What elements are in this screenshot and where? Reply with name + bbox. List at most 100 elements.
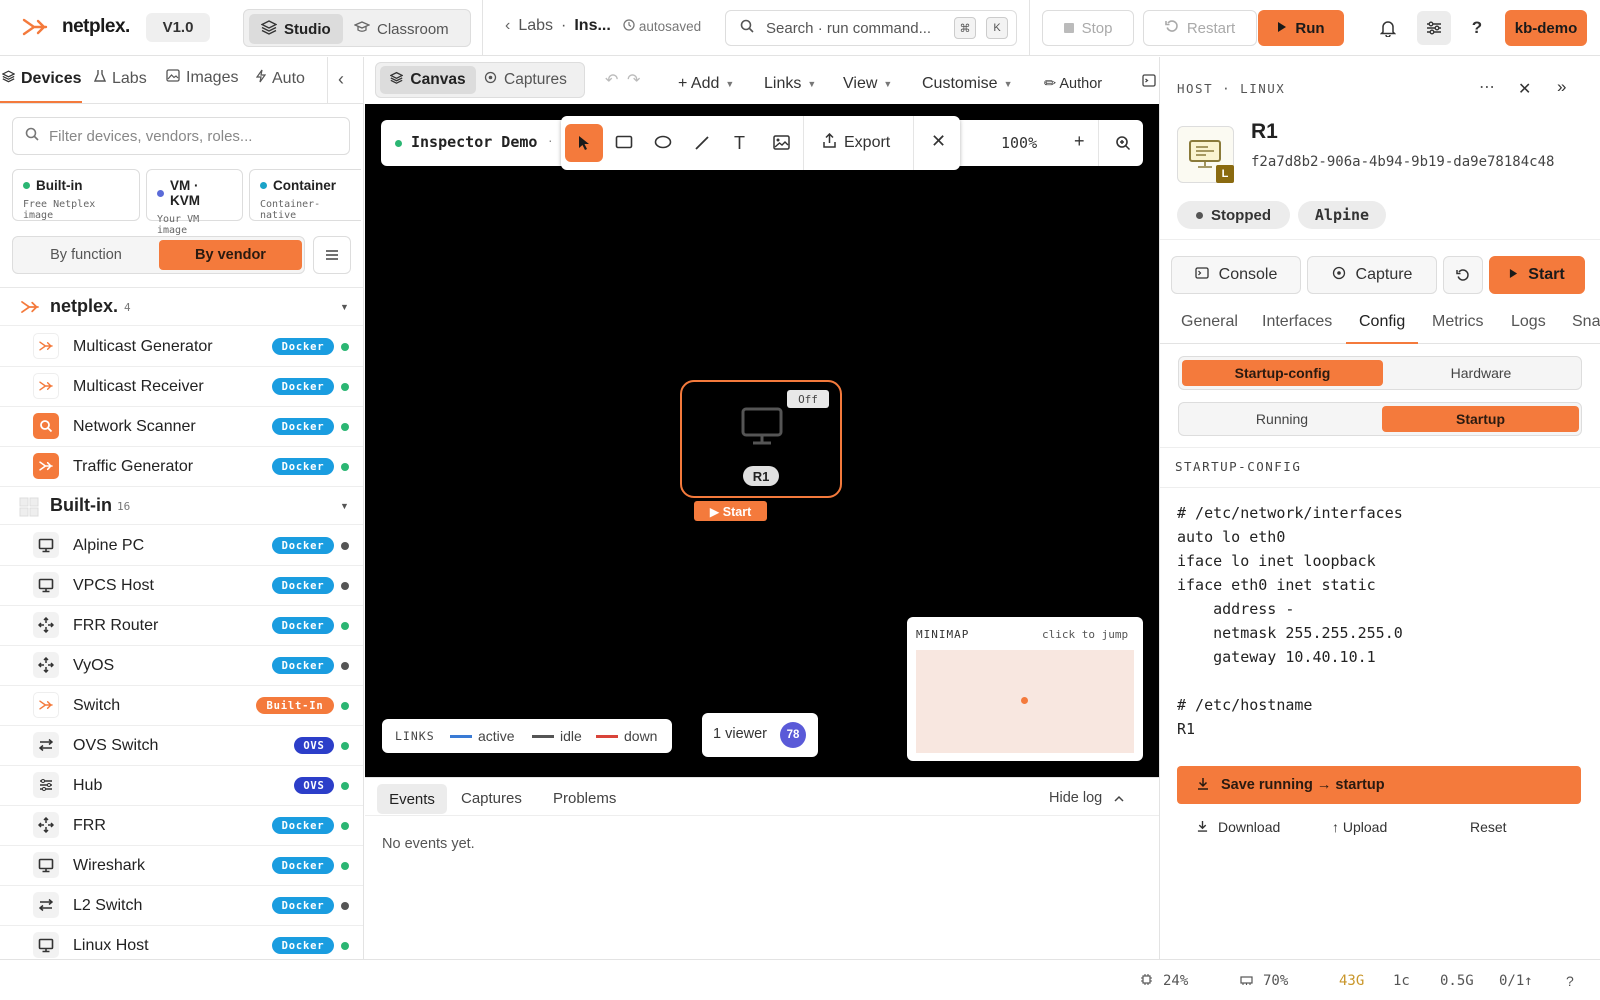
node-r1[interactable]: Off R1 <box>680 380 842 498</box>
startup-config-option[interactable]: Startup-config <box>1182 360 1383 386</box>
card-title: Built-in <box>36 178 83 193</box>
hide-log-button[interactable]: Hide log <box>1049 790 1124 806</box>
tab-logs[interactable]: Logs <box>1511 313 1546 331</box>
running-option[interactable]: Running <box>1182 406 1382 432</box>
undo-icon[interactable]: ↶ <box>605 70 618 90</box>
topology-canvas[interactable]: Inspector Demo · 100% + T Export ✕ Off R… <box>365 104 1159 777</box>
command-search[interactable]: Search · run command... ⌘ K <box>725 10 1017 46</box>
device-list-item[interactable]: Switch Built-In <box>0 686 363 726</box>
settings-sliders-icon[interactable] <box>1417 11 1451 45</box>
hardware-option[interactable]: Hardware <box>1383 360 1579 386</box>
log-tab-events[interactable]: Events <box>377 784 447 814</box>
view-menu[interactable]: View ▼ <box>843 65 892 103</box>
device-list-item[interactable]: VyOS Docker <box>0 646 363 686</box>
notifications-bell-icon[interactable] <box>1373 13 1403 43</box>
source-card-container[interactable]: Container Container-native <box>249 169 361 221</box>
list-view-icon[interactable] <box>313 236 351 274</box>
chevron-left-icon[interactable]: ‹ <box>505 17 510 35</box>
collapse-sidebar-icon[interactable]: ‹ <box>338 69 344 90</box>
log-tab-captures[interactable]: Captures <box>461 790 522 807</box>
source-card-builtin[interactable]: Built-in Free Netplex image <box>12 169 140 221</box>
add-menu[interactable]: + Add ▼ <box>678 65 734 103</box>
download-config-button[interactable]: Download <box>1197 819 1280 835</box>
zoom-fit-icon[interactable] <box>1115 135 1131 154</box>
device-filter-input[interactable]: Filter devices, vendors, roles... <box>12 117 350 155</box>
run-button[interactable]: Run <box>1258 10 1344 46</box>
minimap[interactable]: MINIMAP click to jump <box>907 617 1143 761</box>
device-list-item[interactable]: Hub OVS <box>0 766 363 806</box>
status-help-icon[interactable]: ? <box>1566 973 1574 989</box>
source-card-vm[interactable]: VM · KVM Your VM image <box>146 169 243 236</box>
tab-general[interactable]: General <box>1181 313 1238 331</box>
tab-snapshots[interactable]: Snap <box>1572 313 1600 331</box>
start-button[interactable]: Start <box>1489 256 1585 294</box>
minimap-viewport[interactable] <box>916 650 1134 753</box>
zoom-in-icon[interactable]: + <box>1074 131 1085 152</box>
image-tool-icon[interactable] <box>773 135 790 153</box>
device-list-item[interactable]: OVS Switch OVS <box>0 726 363 766</box>
download-label: Download <box>1218 819 1281 835</box>
console-button[interactable]: Console <box>1171 256 1301 294</box>
by-function-button[interactable]: By function <box>16 240 156 270</box>
collapse-panel-icon[interactable]: » <box>1557 77 1566 97</box>
help-icon[interactable]: ? <box>1462 13 1492 43</box>
sidepanel-icon[interactable] <box>1142 74 1156 90</box>
viewer-avatar[interactable]: 78 <box>780 722 806 748</box>
customise-menu[interactable]: Customise ▼ <box>922 65 1013 103</box>
node-start-button[interactable]: ▶ Start <box>694 501 767 521</box>
ellipse-tool-icon[interactable] <box>654 135 672 152</box>
links-menu[interactable]: Links ▼ <box>764 65 816 103</box>
device-group-header[interactable]: Built-in 16 ▼ <box>0 487 363 525</box>
tab-metrics[interactable]: Metrics <box>1432 313 1484 331</box>
device-list-item[interactable]: Multicast Generator Docker <box>0 327 363 367</box>
tab-captures[interactable]: Captures <box>484 66 567 94</box>
device-group-header[interactable]: netplex. 4 ▼ <box>0 288 363 326</box>
tab-interfaces[interactable]: Interfaces <box>1262 313 1332 331</box>
device-list-item[interactable]: Multicast Receiver Docker <box>0 367 363 407</box>
user-menu-button[interactable]: kb-demo <box>1505 10 1587 46</box>
text-tool-icon[interactable]: T <box>734 133 745 154</box>
select-pointer-icon[interactable] <box>565 124 603 162</box>
tab-images[interactable]: Images <box>166 69 238 87</box>
stop-button[interactable]: Stop <box>1042 10 1134 46</box>
more-options-icon[interactable]: ⋯ <box>1479 77 1495 97</box>
tab-auto[interactable]: Auto <box>255 69 305 88</box>
redo-icon[interactable]: ↷ <box>627 70 640 90</box>
inspector-node-name[interactable]: R1 <box>1251 120 1278 144</box>
rectangle-tool-icon[interactable] <box>615 135 633 152</box>
startup-option[interactable]: Startup <box>1382 406 1579 432</box>
log-tab-problems[interactable]: Problems <box>553 790 616 807</box>
chevron-down-icon: ▼ <box>883 79 893 89</box>
device-list-item[interactable]: Alpine PC Docker <box>0 526 363 566</box>
tab-canvas[interactable]: Canvas <box>380 66 476 94</box>
tab-config[interactable]: Config <box>1359 313 1405 331</box>
by-vendor-button[interactable]: By vendor <box>159 240 302 270</box>
device-list-item[interactable]: VPCS Host Docker <box>0 566 363 606</box>
tab-devices[interactable]: Devices <box>1 69 82 88</box>
close-icon[interactable]: ✕ <box>1518 79 1531 99</box>
save-running-to-startup-button[interactable]: Save running → startup <box>1177 766 1581 804</box>
mode-classroom-button[interactable]: Classroom <box>342 14 461 44</box>
breadcrumb-labs[interactable]: Labs <box>518 17 553 35</box>
restart-button[interactable]: Restart <box>1143 10 1257 46</box>
tab-labs[interactable]: Labs <box>93 69 147 88</box>
cpu-icon <box>1140 973 1153 989</box>
restart-icon[interactable] <box>1443 256 1483 294</box>
export-button[interactable]: Export <box>823 132 890 153</box>
device-list-item[interactable]: Network Scanner Docker <box>0 407 363 447</box>
close-icon[interactable]: ✕ <box>931 131 946 152</box>
device-list-item[interactable]: FRR Docker <box>0 806 363 846</box>
capture-button[interactable]: Capture <box>1307 256 1437 294</box>
author-button[interactable]: ✏ Author <box>1044 65 1102 103</box>
device-list-item[interactable]: Wireshark Docker <box>0 846 363 886</box>
device-list-item[interactable]: L2 Switch Docker <box>0 886 363 926</box>
device-list-item[interactable]: Linux Host Docker <box>0 926 363 959</box>
device-list-item[interactable]: Traffic Generator Docker <box>0 447 363 487</box>
line-tool-icon[interactable] <box>694 135 710 154</box>
upload-config-button[interactable]: ↑ Upload <box>1332 819 1387 835</box>
reset-config-button[interactable]: Reset <box>1470 819 1507 835</box>
config-editor[interactable]: # /etc/network/interfaces auto lo eth0 i… <box>1177 501 1403 741</box>
device-list-item[interactable]: FRR Router Docker <box>0 606 363 646</box>
lab-name[interactable]: Inspector Demo <box>411 133 537 151</box>
mode-studio-button[interactable]: Studio <box>249 14 343 44</box>
